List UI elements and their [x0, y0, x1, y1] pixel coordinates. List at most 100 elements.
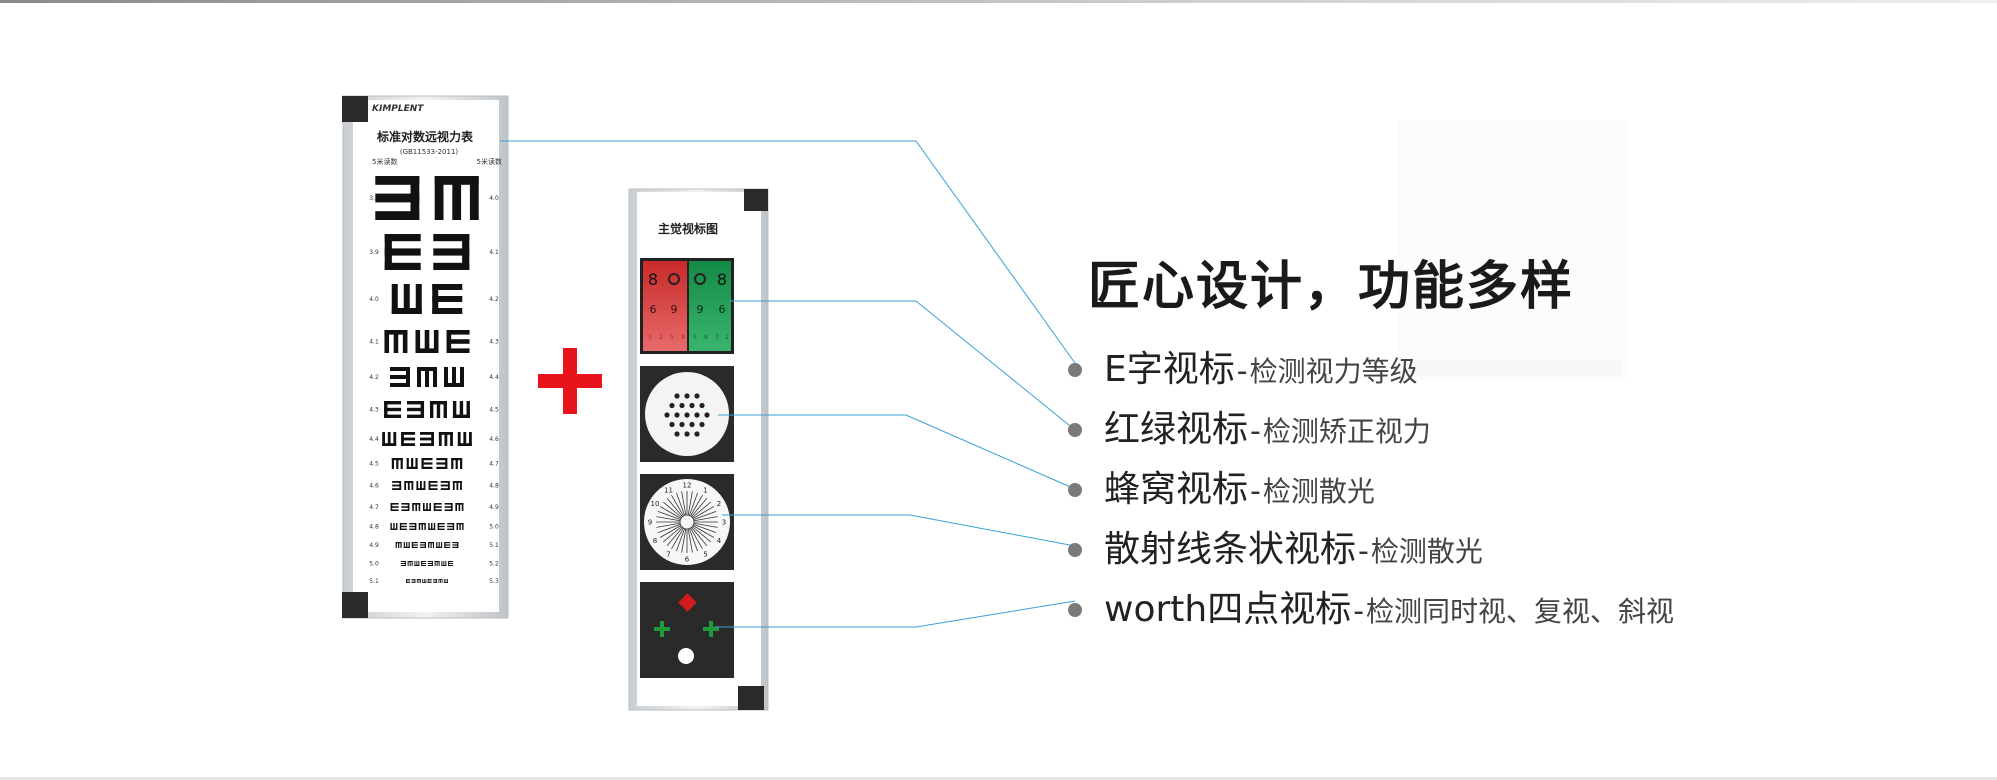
tumbling-e — [433, 234, 470, 270]
acuity-value-right: 5.0 — [489, 524, 499, 531]
worth-four-dot-target — [640, 582, 734, 678]
astigmatism-fan-target: 121234567891011 — [640, 474, 734, 570]
acuity-value-right: 4.9 — [489, 504, 499, 511]
tumbling-e — [384, 234, 421, 270]
tumbling-e — [427, 561, 433, 566]
e-chart-right-head: 5米读数 — [477, 157, 502, 166]
tumbling-e — [422, 579, 427, 583]
plus-icon — [538, 348, 602, 414]
clock-number: 7 — [666, 551, 670, 559]
tumbling-e — [407, 561, 413, 566]
tumbling-e — [406, 458, 418, 469]
acuity-value-left: 5.0 — [369, 561, 379, 568]
clock-number: 6 — [685, 556, 690, 564]
acuity-value-right: 4.3 — [489, 339, 499, 346]
honeycomb-dot — [669, 402, 675, 409]
acuity-value-right: 5.1 — [489, 542, 499, 549]
feature-desc: 检测矫正视力 — [1262, 415, 1431, 448]
feature-honeycomb: 蜂窝视标 - 检测散光 — [1068, 460, 1375, 512]
tumbling-e — [433, 579, 438, 583]
acuity-value-left: 4.1 — [369, 339, 379, 346]
tumbling-e — [451, 458, 463, 469]
red-green-digit: 8 — [717, 270, 727, 289]
tumbling-e — [457, 432, 472, 446]
tumbling-e — [404, 481, 414, 490]
leader-line-fan — [722, 514, 1076, 547]
tumbling-e — [436, 542, 443, 548]
honeycomb-dot — [699, 402, 705, 409]
tumbling-e — [447, 523, 455, 530]
tumbling-e — [384, 401, 402, 418]
tumbling-e — [440, 481, 450, 490]
acuity-value-left: 4.4 — [369, 436, 379, 443]
svg-text:3: 3 — [715, 334, 719, 341]
honeycomb-target — [640, 366, 734, 462]
tumbling-e — [428, 481, 438, 490]
tumbling-e — [428, 542, 435, 548]
honeycomb-dot — [694, 412, 700, 418]
tumbling-e — [420, 432, 434, 446]
acuity-value-right: 4.7 — [489, 461, 499, 468]
corner-cap — [738, 686, 764, 710]
acuity-value-right: 4.0 — [489, 195, 499, 202]
leader-line-honeycomb — [718, 414, 1076, 490]
honeycomb-dot — [674, 412, 680, 418]
tumbling-e — [401, 503, 410, 511]
clock-number: 3 — [722, 519, 726, 527]
tumbling-e — [444, 503, 453, 511]
tumbling-e — [441, 561, 447, 566]
leader-line-e-chart — [500, 140, 1076, 364]
honeycomb-dot — [704, 412, 710, 418]
svg-text:5: 5 — [693, 334, 697, 341]
svg-text:2: 2 — [659, 334, 663, 341]
tumbling-e — [446, 330, 470, 353]
tumbling-e — [390, 367, 410, 387]
acuity-value-right: 4.4 — [489, 374, 499, 381]
tumbling-e — [395, 542, 402, 548]
feature-name: worth四点视标 — [1104, 589, 1352, 630]
tumbling-e — [403, 542, 410, 548]
honeycomb-dot — [684, 431, 690, 437]
svg-text:3: 3 — [648, 334, 652, 341]
feature-name: 红绿视标 — [1104, 409, 1249, 450]
acuity-value-right: 5.2 — [489, 561, 499, 568]
tumbling-e — [434, 561, 440, 566]
acuity-value-left: 4.3 — [369, 407, 379, 414]
tumbling-e — [448, 561, 454, 566]
tumbling-e — [382, 432, 397, 446]
tumbling-e — [411, 542, 418, 548]
acuity-value-right: 4.2 — [489, 296, 499, 303]
feature-desc: 检测视力等级 — [1249, 355, 1418, 388]
tumbling-e — [444, 367, 464, 387]
honeycomb-dot — [689, 421, 695, 428]
honeycomb-dot — [684, 412, 690, 418]
honeycomb-dot — [674, 431, 680, 437]
marker-dot — [1068, 543, 1082, 557]
product-illustration: KIMPLENT 标准对数远视力表 (GB11533-2011) 5米读数 5米… — [342, 95, 1628, 711]
tumbling-e — [429, 401, 447, 418]
feature-name: E字视标 — [1104, 349, 1235, 390]
tumbling-e — [401, 432, 416, 446]
feature-desc: 检测散光 — [1370, 535, 1483, 568]
honeycomb-dot — [679, 402, 685, 409]
red-green-digit: 8 — [648, 270, 658, 289]
e-chart-title: 标准对数远视力表 — [376, 129, 474, 144]
tumbling-e — [456, 523, 464, 530]
tumbling-e — [415, 330, 439, 353]
marker-dot — [1068, 483, 1082, 497]
tumbling-e — [421, 458, 433, 469]
svg-text:8: 8 — [681, 334, 685, 341]
honeycomb-dot — [674, 393, 680, 399]
marker-dot — [1068, 363, 1082, 377]
tumbling-e — [434, 176, 479, 220]
tumbling-e — [433, 503, 442, 511]
honeycomb-dot — [699, 421, 705, 428]
brand-logo: KIMPLENT — [372, 104, 424, 114]
clock-number: 9 — [648, 519, 652, 527]
corner-cap — [744, 189, 768, 211]
tumbling-e — [391, 458, 403, 469]
clock-number: 12 — [683, 482, 692, 490]
acuity-value-left: 4.9 — [369, 542, 379, 549]
tumbling-e — [390, 503, 399, 511]
acuity-value-right: 5.3 — [489, 578, 499, 585]
